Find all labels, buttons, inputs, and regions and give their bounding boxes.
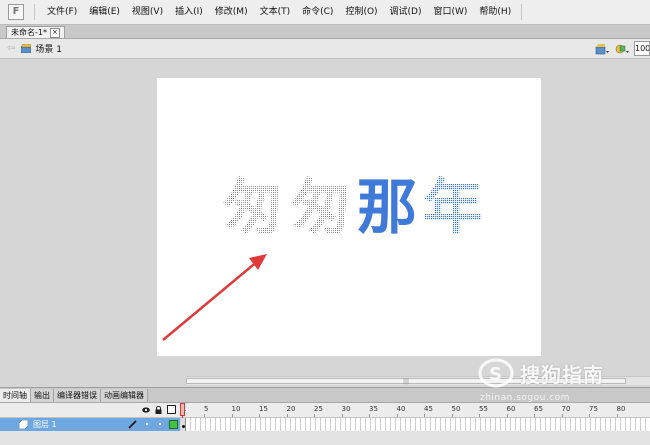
visibility-dot[interactable] [146, 423, 148, 425]
frame-tick [589, 414, 590, 417]
frame-number: 40 [396, 405, 406, 413]
menu-separator [521, 4, 523, 20]
menu-edit[interactable]: 编辑(E) [83, 0, 126, 24]
menu-text[interactable]: 文本(T) [254, 0, 297, 24]
document-tab-title: 未命名-1* [11, 28, 47, 37]
frame-number: 30 [341, 405, 351, 413]
frame-number: 15 [259, 405, 268, 413]
menu-items: 文件(F) 编辑(E) 视图(V) 插入(I) 修改(M) 文本(T) 命令(C… [41, 0, 517, 24]
stage-word[interactable]: 匆 [290, 173, 351, 243]
frame-number: 25 [314, 405, 323, 413]
frame-number: 65 [534, 405, 543, 413]
frame-number: 10 [231, 405, 241, 413]
back-arrow-icon[interactable]: ⇦ [7, 43, 15, 54]
frame-tick [341, 414, 343, 417]
flash-logo-icon: F [8, 4, 24, 20]
layer-info[interactable]: 图层 1 [0, 418, 180, 431]
menu-help[interactable]: 帮助(H) [473, 0, 517, 24]
tab-timeline[interactable]: 时间轴 [0, 389, 31, 402]
frame-tick [396, 414, 398, 417]
outline-icon[interactable] [167, 405, 176, 414]
frame-ruler[interactable]: 15101520253035404550556065707580 [181, 403, 650, 417]
watermark-brand: 搜狗指南 [520, 362, 604, 387]
layer-column-icons [142, 405, 176, 414]
watermark-url: zhinan.sogou.com [480, 393, 570, 403]
frame-tick [259, 414, 260, 417]
document-tab-bar: 未命名-1* × [0, 25, 650, 39]
frame-tick [314, 414, 315, 417]
frame-tick [479, 414, 480, 417]
frame-number: 35 [369, 405, 378, 413]
frame-tick [369, 414, 370, 417]
frame-tick [204, 414, 205, 417]
frame-tick [286, 414, 288, 417]
sogou-logo-icon: S [478, 358, 514, 388]
scene-label[interactable]: 场景 1 [35, 42, 62, 55]
frame-tick [506, 414, 508, 417]
stage-word[interactable]: 年 [423, 173, 483, 243]
frame-number: 60 [506, 405, 516, 413]
tab-motion-editor[interactable]: 动画编辑器 [101, 389, 148, 402]
keyframe-dot [182, 425, 185, 428]
pencil-icon [128, 420, 137, 429]
frame-tick [231, 414, 233, 417]
menu-commands[interactable]: 命令(C) [296, 0, 339, 24]
edit-scene-icon[interactable] [594, 42, 610, 56]
layer-outline-color[interactable] [169, 420, 178, 429]
red-arrow-annotation [162, 254, 267, 341]
frame-tick [616, 414, 618, 417]
timeline-header: 15101520253035404550556065707580 [0, 403, 650, 418]
stage[interactable]: 匆 匆 那 年 [157, 78, 541, 356]
menu-debug[interactable]: 调试(D) [384, 0, 428, 24]
stage-word[interactable]: 匆 [222, 173, 283, 243]
close-icon[interactable]: × [49, 27, 60, 38]
menu-window[interactable]: 窗口(W) [428, 0, 474, 24]
frame-tick [424, 414, 425, 417]
frame-number: 80 [616, 405, 626, 413]
eye-icon[interactable] [142, 406, 150, 413]
watermark: S 搜狗指南 [478, 358, 604, 388]
zoom-field[interactable]: 100 [634, 41, 650, 56]
stage-content: 匆 匆 那 年 [162, 173, 483, 341]
svg-text:S: S [489, 364, 502, 385]
frame-number: 20 [286, 405, 296, 413]
frame-number: 50 [451, 405, 461, 413]
lock-dot[interactable] [159, 423, 161, 425]
document-tab[interactable]: 未命名-1* × [6, 26, 65, 38]
keyframe[interactable] [181, 418, 186, 431]
layer-name[interactable]: 图层 1 [33, 419, 57, 430]
frame-tick [451, 414, 453, 417]
frame-number: 75 [589, 405, 598, 413]
lock-icon[interactable] [155, 405, 162, 414]
menu-control[interactable]: 控制(O) [339, 0, 383, 24]
layer-row[interactable]: 图层 1 [0, 418, 650, 431]
layer-icon [19, 420, 28, 429]
timeline-bottom [0, 431, 650, 445]
stage-word[interactable]: 那 [357, 173, 417, 243]
frame-tick [534, 414, 535, 417]
tab-compiler-errors[interactable]: 编译器错误 [54, 389, 101, 402]
menu-insert[interactable]: 插入(I) [169, 0, 209, 24]
frame-number: 70 [561, 405, 571, 413]
frames-track[interactable] [181, 418, 650, 431]
frame-number: 5 [204, 405, 209, 413]
menu-file[interactable]: 文件(F) [41, 0, 83, 24]
scene-bar: ⇦ 场景 1 100 [0, 39, 650, 59]
frame-number: 45 [424, 405, 433, 413]
menu-bar: F 文件(F) 编辑(E) 视图(V) 插入(I) 修改(M) 文本(T) 命令… [0, 0, 650, 25]
menu-modify[interactable]: 修改(M) [209, 0, 254, 24]
workspace: 匆 匆 那 年 [0, 59, 650, 375]
menu-separator [34, 4, 35, 20]
frame-tick [561, 414, 563, 417]
clapperboard-icon [21, 44, 32, 53]
tab-output[interactable]: 输出 [31, 389, 54, 402]
scene-tools: 100 [594, 41, 650, 56]
edit-symbols-icon[interactable] [614, 42, 630, 56]
playhead[interactable] [180, 403, 185, 416]
menu-view[interactable]: 视图(V) [126, 0, 169, 24]
frame-number: 55 [479, 405, 488, 413]
